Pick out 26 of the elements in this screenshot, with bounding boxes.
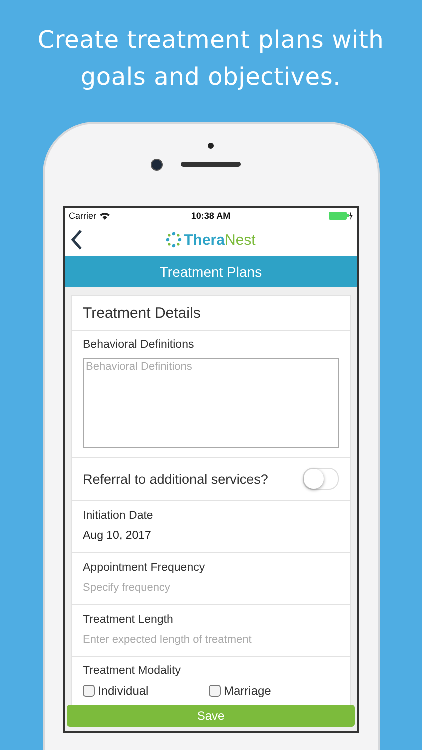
field-label: Referral to additional services?	[83, 472, 268, 486]
camera-icon	[150, 159, 162, 171]
status-time: 10:38 AM	[190, 211, 232, 221]
checkbox[interactable]	[209, 685, 221, 697]
carrier-label: Carrier	[69, 211, 97, 221]
field-label: Initiation Date	[83, 510, 154, 522]
checkbox-label: Individual	[98, 684, 149, 698]
save-button[interactable]: Save	[67, 705, 355, 727]
card-heading: Treatment Details	[83, 304, 201, 322]
wifi-icon	[100, 212, 110, 220]
speaker-icon	[180, 162, 240, 167]
date-field[interactable]: Aug 10, 2017	[83, 530, 339, 542]
screen-title: Treatment Plans	[160, 264, 262, 280]
field-label: Appointment Frequency	[83, 562, 206, 574]
sensor-icon	[208, 143, 214, 149]
battery-icon	[329, 212, 353, 220]
toggle-switch[interactable]	[303, 468, 339, 490]
back-button[interactable]	[71, 229, 85, 251]
headline: Create treatment plans with goals and objectives.	[36, 25, 386, 93]
text-area[interactable]: Behavioral Definitions	[83, 358, 339, 448]
checkbox-label: Marriage	[224, 684, 272, 698]
field-label: Behavioral Definitions	[83, 339, 196, 351]
brand-logo: TheraNest	[184, 232, 256, 248]
field-label: Treatment Modality	[83, 665, 182, 677]
field-label: Treatment Length	[83, 614, 174, 626]
checkbox[interactable]	[83, 685, 95, 697]
